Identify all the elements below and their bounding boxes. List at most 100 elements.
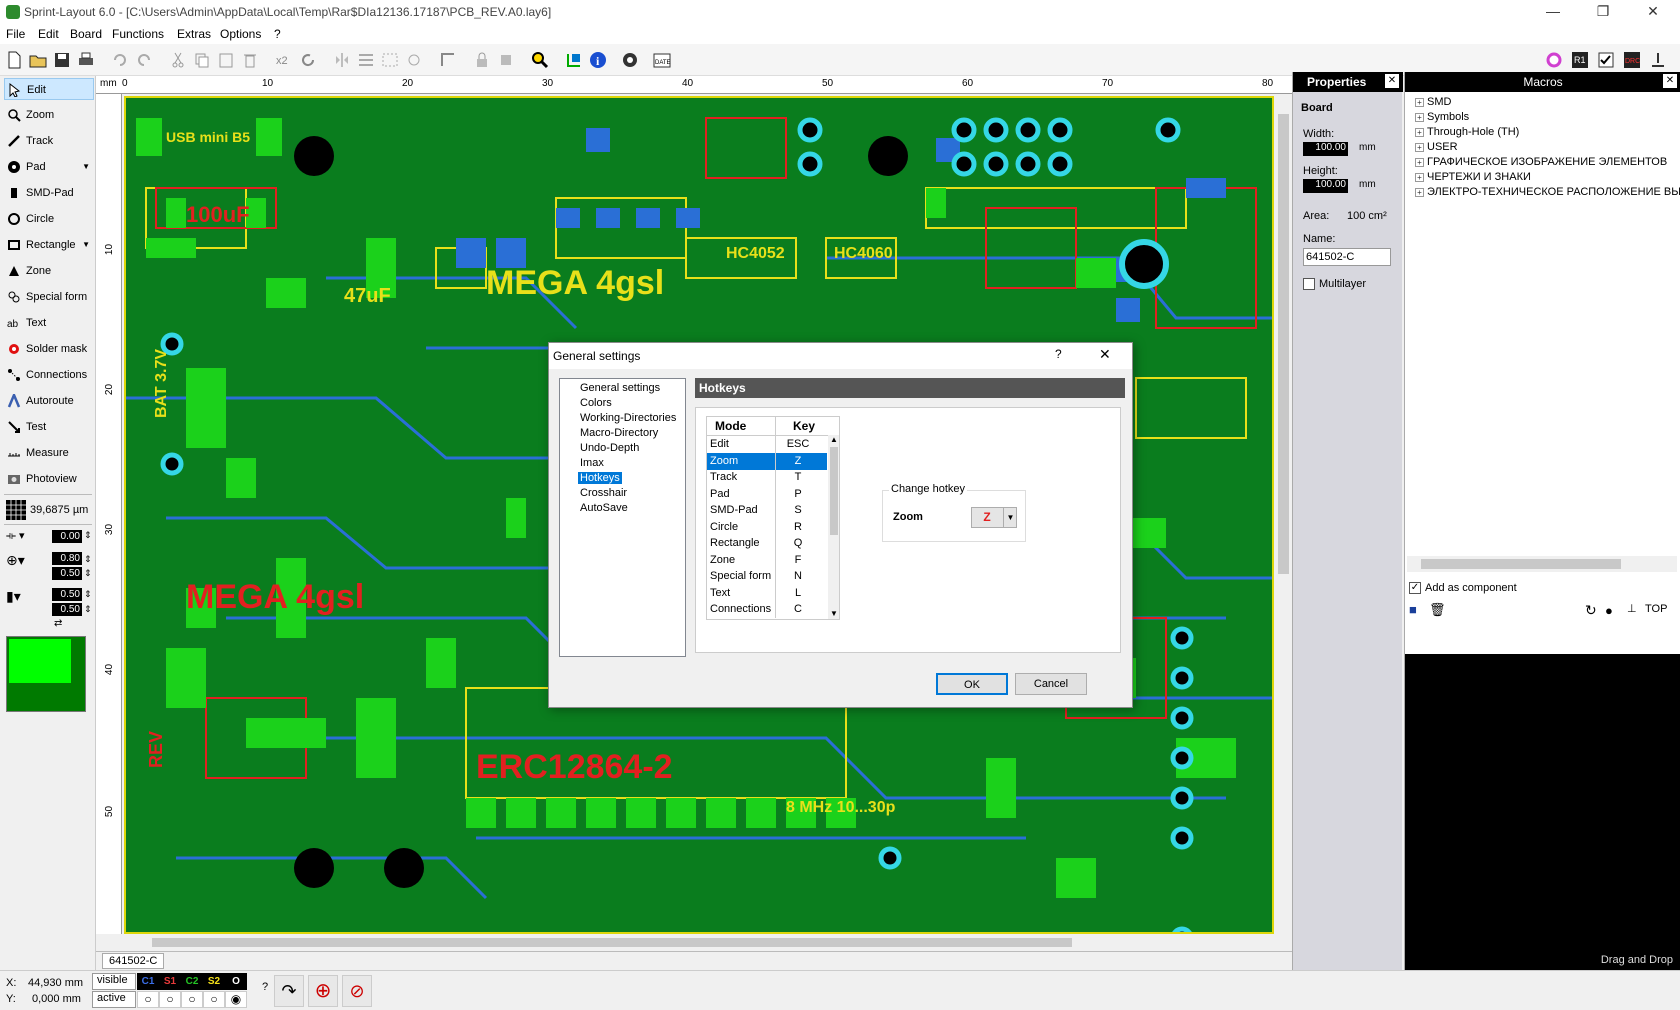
- macro-tree-item[interactable]: + ЧЕРТЕЖИ И ЗНАКИ: [1415, 171, 1531, 183]
- macro-tree-item[interactable]: + Symbols: [1415, 111, 1469, 123]
- align-icon[interactable]: [356, 50, 376, 70]
- top-side-icon[interactable]: ⊥: [1627, 602, 1637, 615]
- date-icon[interactable]: DATE: [652, 50, 672, 70]
- expand-icon[interactable]: +: [1415, 113, 1424, 122]
- macro-hscrollbar[interactable]: [1407, 556, 1677, 572]
- hotkey-row[interactable]: Connections C: [707, 601, 827, 618]
- smd-width-field[interactable]: 0.50: [52, 588, 82, 601]
- ok-button[interactable]: OK: [936, 673, 1008, 695]
- cancel-button[interactable]: Cancel: [1015, 673, 1087, 695]
- close-window-button[interactable]: ✕: [1630, 0, 1676, 24]
- nav-working-directories[interactable]: Working-Directories: [580, 412, 676, 424]
- chevron-down-icon[interactable]: ▼: [1003, 508, 1017, 527]
- dialog-help-button[interactable]: ?: [1055, 347, 1062, 361]
- menu-help[interactable]: ?: [274, 27, 281, 41]
- name-field[interactable]: 641502-C: [1303, 248, 1391, 266]
- hotkey-select[interactable]: Z ▼: [971, 507, 1017, 528]
- pad-inner-field[interactable]: 0.50: [52, 567, 82, 580]
- scroll-thumb[interactable]: [152, 938, 1072, 947]
- tool-test[interactable]: Test: [4, 416, 94, 438]
- tool-text[interactable]: ab Text: [4, 312, 94, 334]
- pad-outer-field[interactable]: 0.80: [52, 552, 82, 565]
- nav-crosshair[interactable]: Crosshair: [580, 487, 627, 499]
- tool-solder-mask[interactable]: Solder mask: [4, 338, 94, 360]
- delete-icon[interactable]: [240, 50, 260, 70]
- multilayer-checkbox[interactable]: [1303, 278, 1315, 290]
- layer-visible-toggle[interactable]: S1: [159, 973, 181, 990]
- duplicate-x2-icon[interactable]: x2: [274, 50, 294, 70]
- hotkey-row[interactable]: Zoom Z: [707, 452, 827, 470]
- menu-edit[interactable]: Edit: [38, 27, 59, 41]
- spin-icon[interactable]: ⇕: [84, 568, 92, 579]
- hotkey-row[interactable]: Edit ESC: [707, 436, 827, 453]
- hotkey-row[interactable]: Zone F: [707, 551, 827, 569]
- tool-photoview[interactable]: Photoview: [4, 468, 94, 490]
- info-icon[interactable]: i: [588, 50, 608, 70]
- track-width-field[interactable]: 0.00: [52, 530, 82, 543]
- menu-board[interactable]: Board: [70, 27, 102, 41]
- hotkey-row[interactable]: Pad P: [707, 485, 827, 503]
- redo-icon[interactable]: [134, 50, 154, 70]
- menu-functions[interactable]: Functions: [112, 27, 164, 41]
- drc-icon[interactable]: DRC: [1622, 50, 1642, 70]
- tool-autoroute[interactable]: Autoroute: [4, 390, 94, 412]
- record-icon[interactable]: ●: [1605, 603, 1613, 618]
- new-file-icon[interactable]: [4, 50, 24, 70]
- tool-measure[interactable]: Measure: [4, 442, 94, 464]
- tool-edit[interactable]: Edit: [4, 78, 94, 100]
- spin-icon[interactable]: ⇕: [84, 530, 92, 541]
- grid-value[interactable]: 39,6875 µm: [30, 504, 88, 516]
- crosshair-icon[interactable]: ⊕: [308, 975, 338, 1007]
- paste-icon[interactable]: [216, 50, 236, 70]
- hotkey-row[interactable]: Special form N: [707, 568, 827, 585]
- vertical-scrollbar[interactable]: [1275, 94, 1292, 934]
- layer-color-preview[interactable]: [6, 636, 86, 712]
- layer-active-radio[interactable]: ○: [203, 991, 225, 1008]
- nav-imax[interactable]: Imax: [580, 457, 604, 469]
- tool-circle[interactable]: Circle: [4, 208, 94, 230]
- undo-icon[interactable]: [110, 50, 130, 70]
- layer-visible-toggle[interactable]: C1: [137, 973, 159, 990]
- minimize-button[interactable]: —: [1530, 0, 1576, 24]
- macro-tree-item[interactable]: + ЭЛЕКТРО-ТЕХНИЧЕСКОЕ РАСПОЛОЖЕНИЕ ВЫВО: [1415, 186, 1680, 198]
- menu-file[interactable]: File: [6, 27, 25, 41]
- dropdown-arrow-icon[interactable]: ▼: [82, 234, 90, 256]
- zoom-fit-icon[interactable]: [530, 50, 550, 70]
- width-field[interactable]: 100.00: [1303, 142, 1348, 156]
- grid-icon[interactable]: [6, 500, 26, 520]
- dropdown-arrow-icon[interactable]: ▼: [82, 156, 90, 178]
- rotate-macro-icon[interactable]: ↻: [1585, 602, 1597, 619]
- macro-preview[interactable]: Drag and Drop: [1405, 654, 1680, 970]
- expand-icon[interactable]: +: [1415, 188, 1424, 197]
- hotkey-scrollbar[interactable]: ▲ ▼: [828, 435, 839, 619]
- net-icon[interactable]: [564, 50, 584, 70]
- menu-extras[interactable]: Extras: [177, 27, 211, 41]
- layer-active-radio[interactable]: ◉: [225, 991, 247, 1008]
- layer-active-radio[interactable]: ○: [181, 991, 203, 1008]
- tool-connections[interactable]: Connections: [4, 364, 94, 386]
- save-icon[interactable]: [52, 50, 72, 70]
- expand-icon[interactable]: +: [1415, 128, 1424, 137]
- hotkey-row[interactable]: Track T: [707, 469, 827, 486]
- route-icon[interactable]: ↷: [274, 975, 304, 1007]
- hotkey-row[interactable]: Rectangle Q: [707, 535, 827, 552]
- component-icon[interactable]: [496, 50, 516, 70]
- tool-zone[interactable]: Zone: [4, 260, 94, 282]
- layer-active-radio[interactable]: ○: [137, 991, 159, 1008]
- open-folder-icon[interactable]: [28, 50, 48, 70]
- expand-icon[interactable]: +: [1415, 173, 1424, 182]
- snap-icon[interactable]: [438, 50, 458, 70]
- group-icon[interactable]: [380, 50, 400, 70]
- macro-tree-item[interactable]: + SMD: [1415, 96, 1451, 108]
- menu-options[interactable]: Options: [220, 27, 261, 41]
- board-tab[interactable]: 641502-C: [102, 953, 165, 969]
- scroll-up-icon[interactable]: ▲: [828, 435, 839, 444]
- macro-tree-item[interactable]: + USER: [1415, 141, 1458, 153]
- tool-special-form[interactable]: Special form: [4, 286, 94, 308]
- horizontal-scrollbar[interactable]: [122, 934, 1275, 951]
- close-icon[interactable]: ✕: [1663, 74, 1677, 88]
- hotkey-row[interactable]: Circle R: [707, 518, 827, 536]
- smd-height-field[interactable]: 0.50: [52, 603, 82, 616]
- cut-icon[interactable]: [168, 50, 188, 70]
- layer-visible-toggle[interactable]: C2: [181, 973, 203, 990]
